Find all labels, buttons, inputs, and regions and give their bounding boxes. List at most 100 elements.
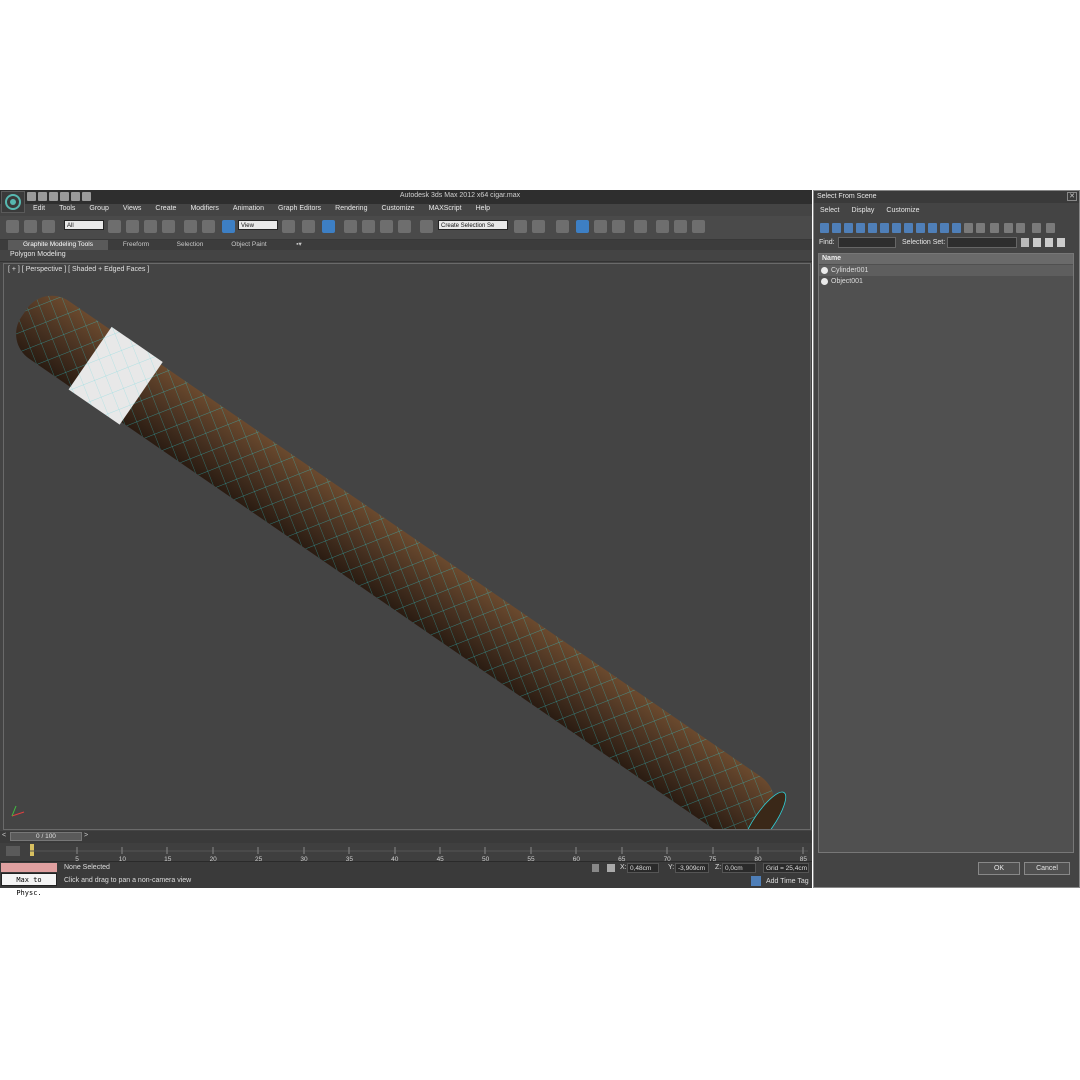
- display-space-warps-icon[interactable]: [880, 223, 889, 233]
- display-groups-icon[interactable]: [892, 223, 901, 233]
- render-setup-icon[interactable]: [656, 220, 669, 233]
- select-and-move-icon[interactable]: [184, 220, 197, 233]
- close-icon[interactable]: ✕: [1067, 192, 1077, 201]
- layer-manager-icon[interactable]: [556, 220, 569, 233]
- select-object-icon[interactable]: [108, 220, 121, 233]
- open-file-icon[interactable]: [38, 192, 47, 201]
- dialog-menu-select[interactable]: Select: [814, 205, 845, 217]
- z-coordinate-field[interactable]: 0,0cm: [722, 863, 756, 873]
- remove-from-set-icon[interactable]: [1057, 238, 1065, 247]
- reference-coordinate-dropdown[interactable]: View: [238, 220, 278, 230]
- percent-snap-icon[interactable]: [380, 220, 393, 233]
- spinner-snap-icon[interactable]: [398, 220, 411, 233]
- new-file-icon[interactable]: [27, 192, 36, 201]
- display-hidden-icon[interactable]: [952, 223, 961, 233]
- menu-item[interactable]: Graph Editors: [271, 204, 328, 216]
- dialog-menu-display[interactable]: Display: [845, 205, 880, 217]
- dropdown-arrow-icon[interactable]: [1021, 238, 1029, 247]
- bind-space-warp-icon[interactable]: [42, 220, 55, 233]
- menu-item[interactable]: Create: [148, 204, 183, 216]
- menu-item[interactable]: Modifiers: [183, 204, 225, 216]
- schematic-view-icon[interactable]: [612, 220, 625, 233]
- align-icon[interactable]: [532, 220, 545, 233]
- list-item[interactable]: Object001: [819, 276, 1073, 287]
- display-containers-icon[interactable]: [928, 223, 937, 233]
- menu-item[interactable]: Help: [469, 204, 497, 216]
- menu-item[interactable]: Edit: [26, 204, 52, 216]
- window-crossing-icon[interactable]: [162, 220, 175, 233]
- display-none-icon[interactable]: [976, 223, 985, 233]
- menu-item[interactable]: Customize: [374, 204, 421, 216]
- scene-object-list[interactable]: Name Cylinder001 Object001: [818, 253, 1074, 853]
- angle-snap-icon[interactable]: [362, 220, 375, 233]
- redo-icon[interactable]: [71, 192, 80, 201]
- selection-set-dropdown[interactable]: [947, 237, 1017, 248]
- rendered-frame-window-icon[interactable]: [674, 220, 687, 233]
- select-manipulate-icon[interactable]: [302, 220, 315, 233]
- curve-editor-icon[interactable]: [594, 220, 607, 233]
- y-coordinate-field[interactable]: -3,909cm: [675, 863, 709, 873]
- undo-icon[interactable]: [60, 192, 69, 201]
- time-slider-thumb[interactable]: 0 / 100: [10, 832, 82, 841]
- x-coordinate-field[interactable]: 0,48cm: [627, 863, 659, 873]
- column-header-name[interactable]: Name: [819, 254, 1073, 264]
- select-none-icon[interactable]: [1016, 223, 1025, 233]
- selection-filter-dropdown[interactable]: All: [64, 220, 104, 230]
- polygon-modeling-panel[interactable]: Polygon Modeling: [10, 251, 66, 258]
- ribbon-options-icon[interactable]: ▪▾: [290, 240, 308, 250]
- menu-item[interactable]: Animation: [226, 204, 271, 216]
- menu-item[interactable]: Views: [116, 204, 149, 216]
- edit-named-selection-icon[interactable]: [420, 220, 433, 233]
- material-editor-icon[interactable]: [634, 220, 647, 233]
- project-folder-icon[interactable]: [82, 192, 91, 201]
- select-and-link-icon[interactable]: [6, 220, 19, 233]
- tab-graphite-modeling-tools[interactable]: Graphite Modeling Tools: [8, 240, 108, 250]
- select-and-scale-icon[interactable]: [222, 220, 235, 233]
- create-set-icon[interactable]: [1033, 238, 1041, 247]
- display-shapes-icon[interactable]: [832, 223, 841, 233]
- display-helpers-icon[interactable]: [868, 223, 877, 233]
- perspective-viewport[interactable]: [ + ] [ Perspective ] [ Shaded + Edged F…: [3, 263, 811, 830]
- select-by-name-icon[interactable]: [126, 220, 139, 233]
- ok-button[interactable]: OK: [978, 862, 1020, 875]
- display-lights-icon[interactable]: [844, 223, 853, 233]
- display-xrefs-icon[interactable]: [904, 223, 913, 233]
- display-frozen-icon[interactable]: [940, 223, 949, 233]
- menu-item[interactable]: Group: [82, 204, 115, 216]
- invert-display-icon[interactable]: [990, 223, 999, 233]
- tab-freeform[interactable]: Freeform: [112, 240, 160, 250]
- sort-icon[interactable]: [1046, 223, 1055, 233]
- cancel-button[interactable]: Cancel: [1024, 862, 1070, 875]
- unlink-icon[interactable]: [24, 220, 37, 233]
- select-all-icon[interactable]: [1004, 223, 1013, 233]
- keyboard-shortcut-override-icon[interactable]: [322, 220, 335, 233]
- maxscript-listener-strip[interactable]: [1, 863, 57, 872]
- application-logo-icon[interactable]: [1, 191, 25, 213]
- time-slider[interactable]: < 0 / 100 >: [0, 831, 812, 843]
- filter-icon[interactable]: [1032, 223, 1041, 233]
- named-selection-dropdown[interactable]: Create Selection Se: [438, 220, 508, 230]
- add-time-tag-button[interactable]: Add Time Tag: [766, 878, 809, 885]
- tab-selection[interactable]: Selection: [166, 240, 214, 250]
- time-next-icon[interactable]: >: [84, 832, 88, 839]
- display-all-icon[interactable]: [964, 223, 973, 233]
- find-input[interactable]: [838, 237, 896, 248]
- display-bones-icon[interactable]: [916, 223, 925, 233]
- time-tag-icon[interactable]: [751, 876, 761, 886]
- dialog-menu-customize[interactable]: Customize: [880, 205, 925, 217]
- add-to-set-icon[interactable]: [1045, 238, 1053, 247]
- render-production-icon[interactable]: [692, 220, 705, 233]
- snaps-toggle-icon[interactable]: [344, 220, 357, 233]
- rectangular-selection-icon[interactable]: [144, 220, 157, 233]
- track-bar[interactable]: 5 10 15 20 25 30 35 40 45 50 55 60 65 70 75 80 85: [0, 843, 812, 863]
- menu-item[interactable]: Tools: [52, 204, 82, 216]
- selection-lock-icon[interactable]: [592, 864, 599, 872]
- time-prev-icon[interactable]: <: [2, 832, 6, 839]
- graphite-toggle-icon[interactable]: [576, 220, 589, 233]
- menu-item[interactable]: MAXScript: [422, 204, 469, 216]
- absolute-mode-icon[interactable]: [607, 864, 615, 872]
- mirror-icon[interactable]: [514, 220, 527, 233]
- display-geometry-icon[interactable]: [820, 223, 829, 233]
- save-file-icon[interactable]: [49, 192, 58, 201]
- menu-item[interactable]: Rendering: [328, 204, 374, 216]
